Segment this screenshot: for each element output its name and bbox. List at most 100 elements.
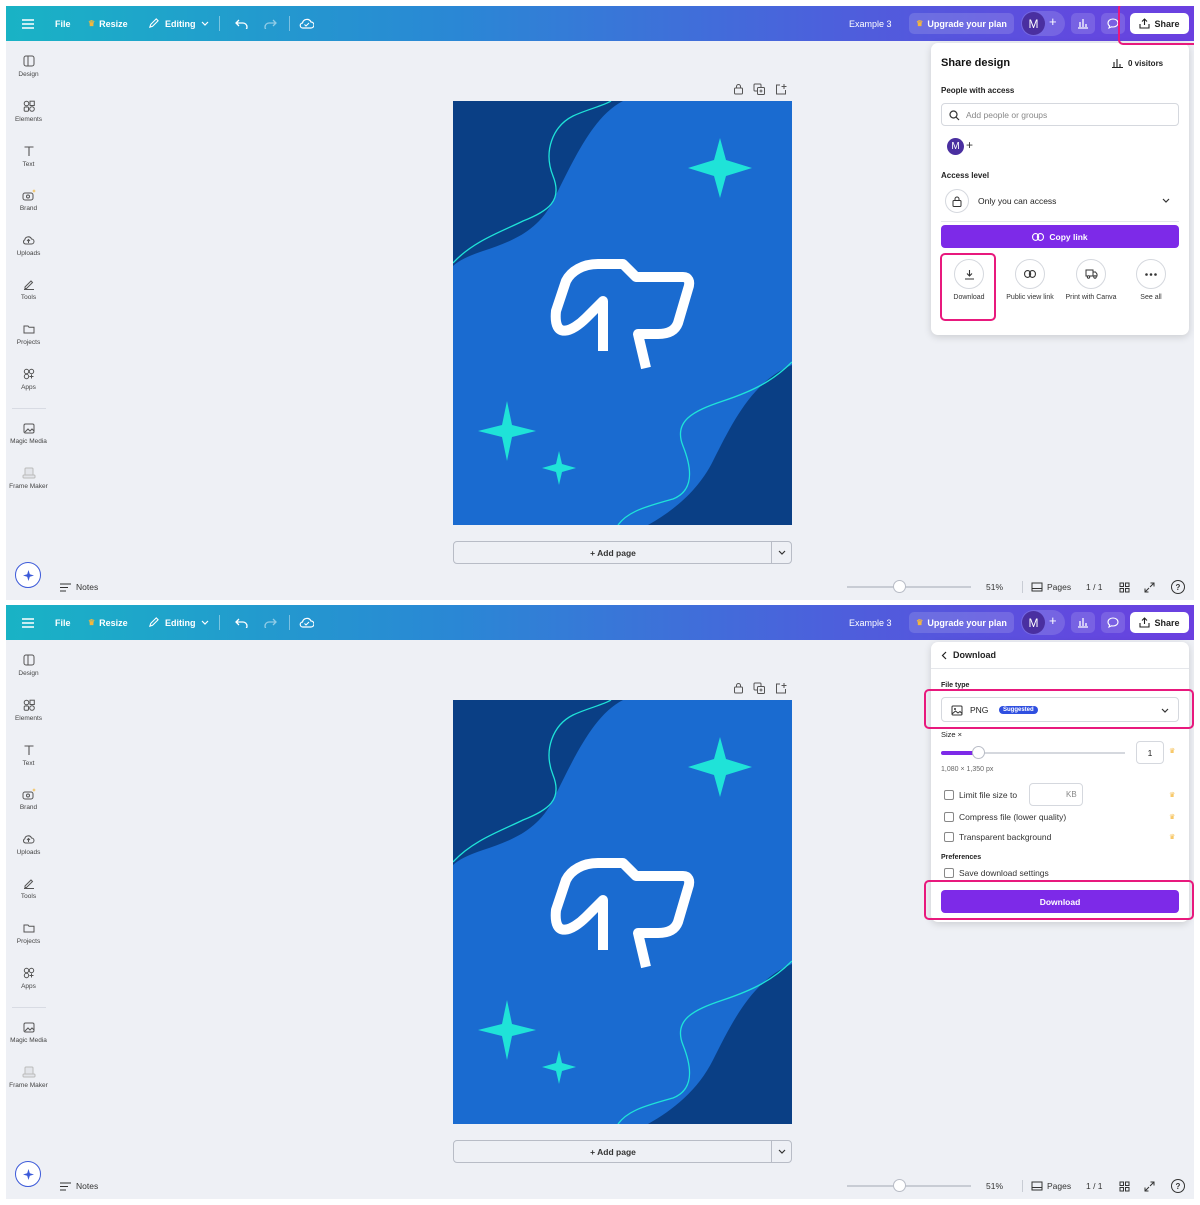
- sidebar-item-frame-maker[interactable]: Frame Maker: [6, 1066, 51, 1089]
- collaborators[interactable]: M +: [1021, 610, 1065, 635]
- zoom-slider-track[interactable]: [847, 586, 971, 588]
- sidebar-item-tools[interactable]: Tools: [6, 877, 51, 900]
- sidebar-item-text[interactable]: Text: [6, 744, 51, 767]
- add-collaborator-icon[interactable]: +: [1049, 14, 1057, 29]
- avatar[interactable]: M: [1022, 12, 1045, 35]
- sidebar-item-text[interactable]: Text: [6, 145, 51, 168]
- add-page-button[interactable]: + Add page: [453, 541, 792, 564]
- undo-icon[interactable]: [235, 6, 248, 41]
- zoom-slider-track[interactable]: [847, 1185, 971, 1187]
- resize-button[interactable]: ♛ Resize: [88, 605, 128, 640]
- pages-button[interactable]: Pages: [1031, 576, 1071, 598]
- redo-icon[interactable]: [264, 605, 277, 640]
- upgrade-plan-button[interactable]: ♛ Upgrade your plan: [909, 612, 1014, 633]
- design-canvas[interactable]: [453, 700, 792, 1124]
- divider: [1022, 581, 1023, 593]
- lock-icon[interactable]: [733, 682, 744, 694]
- document-title[interactable]: Example 3: [849, 6, 892, 41]
- zoom-level[interactable]: 51%: [986, 576, 1003, 598]
- pages-button[interactable]: Pages: [1031, 1175, 1071, 1197]
- zoom-slider-thumb[interactable]: [893, 1179, 906, 1192]
- tools-icon: [23, 280, 34, 290]
- sidebar-item-projects[interactable]: Projects: [6, 922, 51, 945]
- sidebar-item-apps[interactable]: Apps: [6, 368, 51, 391]
- avatar[interactable]: M: [1022, 611, 1045, 634]
- file-type-highlight: [924, 689, 1194, 729]
- sidebar-item-design[interactable]: Design: [6, 654, 51, 677]
- grid-view-icon[interactable]: [1119, 1175, 1130, 1197]
- collaborators[interactable]: M +: [1021, 11, 1065, 36]
- fullscreen-icon[interactable]: [1144, 1175, 1155, 1197]
- limit-size-checkbox[interactable]: [944, 790, 954, 800]
- chevron-down-icon[interactable]: [772, 1141, 791, 1162]
- print-with-canva-option[interactable]: Print with Canva: [1055, 259, 1127, 302]
- sidebar-item-uploads[interactable]: Uploads: [6, 234, 51, 257]
- duplicate-icon[interactable]: [753, 682, 766, 694]
- hamburger-icon[interactable]: [22, 605, 34, 640]
- avatar[interactable]: M: [947, 138, 964, 155]
- sidebar-item-label: Elements: [14, 715, 43, 722]
- see-all-option[interactable]: See all: [1120, 259, 1182, 302]
- sidebar-item-brand[interactable]: Brand: [6, 189, 51, 212]
- access-level-dropdown[interactable]: Only you can access: [941, 188, 1179, 214]
- add-person-icon[interactable]: +: [966, 138, 973, 152]
- chevron-down-icon: [1162, 198, 1170, 203]
- file-menu[interactable]: File: [55, 605, 71, 640]
- sidebar-item-apps[interactable]: Apps: [6, 967, 51, 990]
- crown-icon: ♛: [1169, 834, 1176, 841]
- document-title[interactable]: Example 3: [849, 605, 892, 640]
- chevron-down-icon[interactable]: [772, 542, 791, 563]
- zoom-level[interactable]: 51%: [986, 1175, 1003, 1197]
- editing-mode-dropdown[interactable]: Editing: [148, 605, 209, 640]
- sidebar-item-magic-media[interactable]: Magic Media: [6, 1021, 51, 1044]
- add-people-input[interactable]: Add people or groups: [941, 103, 1179, 126]
- file-size-input[interactable]: KB: [1029, 783, 1083, 806]
- pages-icon: [1031, 582, 1043, 592]
- public-view-link-option[interactable]: Public view link: [999, 259, 1061, 302]
- size-slider-thumb[interactable]: [972, 746, 985, 759]
- file-menu[interactable]: File: [55, 6, 71, 41]
- help-button[interactable]: ?: [1171, 1175, 1185, 1197]
- add-page-icon[interactable]: [775, 83, 787, 95]
- lock-icon[interactable]: [733, 83, 744, 95]
- sidebar-item-tools[interactable]: Tools: [6, 278, 51, 301]
- upgrade-plan-button[interactable]: ♛ Upgrade your plan: [909, 13, 1014, 34]
- cloud-saved-icon[interactable]: [299, 605, 314, 640]
- transparent-background-checkbox[interactable]: [944, 832, 954, 842]
- sidebar-item-elements[interactable]: Elements: [6, 100, 51, 123]
- duplicate-icon[interactable]: [753, 83, 766, 95]
- compress-checkbox[interactable]: [944, 812, 954, 822]
- comment-icon[interactable]: [1101, 612, 1125, 633]
- notes-button[interactable]: Notes: [60, 576, 98, 598]
- sidebar-item-brand[interactable]: Brand: [6, 788, 51, 811]
- add-page-icon[interactable]: [775, 682, 787, 694]
- back-to-share-button[interactable]: Download: [941, 650, 996, 660]
- notes-button[interactable]: Notes: [60, 1175, 98, 1197]
- help-button[interactable]: ?: [1171, 576, 1185, 598]
- visitors-count[interactable]: 0 visitors: [1112, 58, 1163, 68]
- sidebar-item-elements[interactable]: Elements: [6, 699, 51, 722]
- add-collaborator-icon[interactable]: +: [1049, 613, 1057, 628]
- size-input[interactable]: 1: [1136, 741, 1164, 764]
- editing-mode-dropdown[interactable]: Editing: [148, 6, 209, 41]
- zoom-slider-thumb[interactable]: [893, 580, 906, 593]
- sidebar-item-uploads[interactable]: Uploads: [6, 833, 51, 856]
- sidebar-item-design[interactable]: Design: [6, 55, 51, 78]
- insights-icon[interactable]: [1071, 612, 1095, 633]
- resize-button[interactable]: ♛ Resize: [88, 6, 128, 41]
- sidebar-item-magic-media[interactable]: Magic Media: [6, 422, 51, 445]
- undo-icon[interactable]: [235, 605, 248, 640]
- cloud-saved-icon[interactable]: [299, 6, 314, 41]
- fullscreen-icon[interactable]: [1144, 576, 1155, 598]
- share-button[interactable]: Share: [1130, 612, 1189, 633]
- save-settings-checkbox[interactable]: [944, 868, 954, 878]
- copy-link-button[interactable]: Copy link: [941, 225, 1179, 248]
- add-page-button[interactable]: + Add page: [453, 1140, 792, 1163]
- sidebar-item-frame-maker[interactable]: Frame Maker: [6, 467, 51, 490]
- design-canvas[interactable]: [453, 101, 792, 525]
- sidebar-item-projects[interactable]: Projects: [6, 323, 51, 346]
- redo-icon[interactable]: [264, 6, 277, 41]
- grid-view-icon[interactable]: [1119, 576, 1130, 598]
- insights-icon[interactable]: [1071, 13, 1095, 34]
- hamburger-icon[interactable]: [22, 6, 34, 41]
